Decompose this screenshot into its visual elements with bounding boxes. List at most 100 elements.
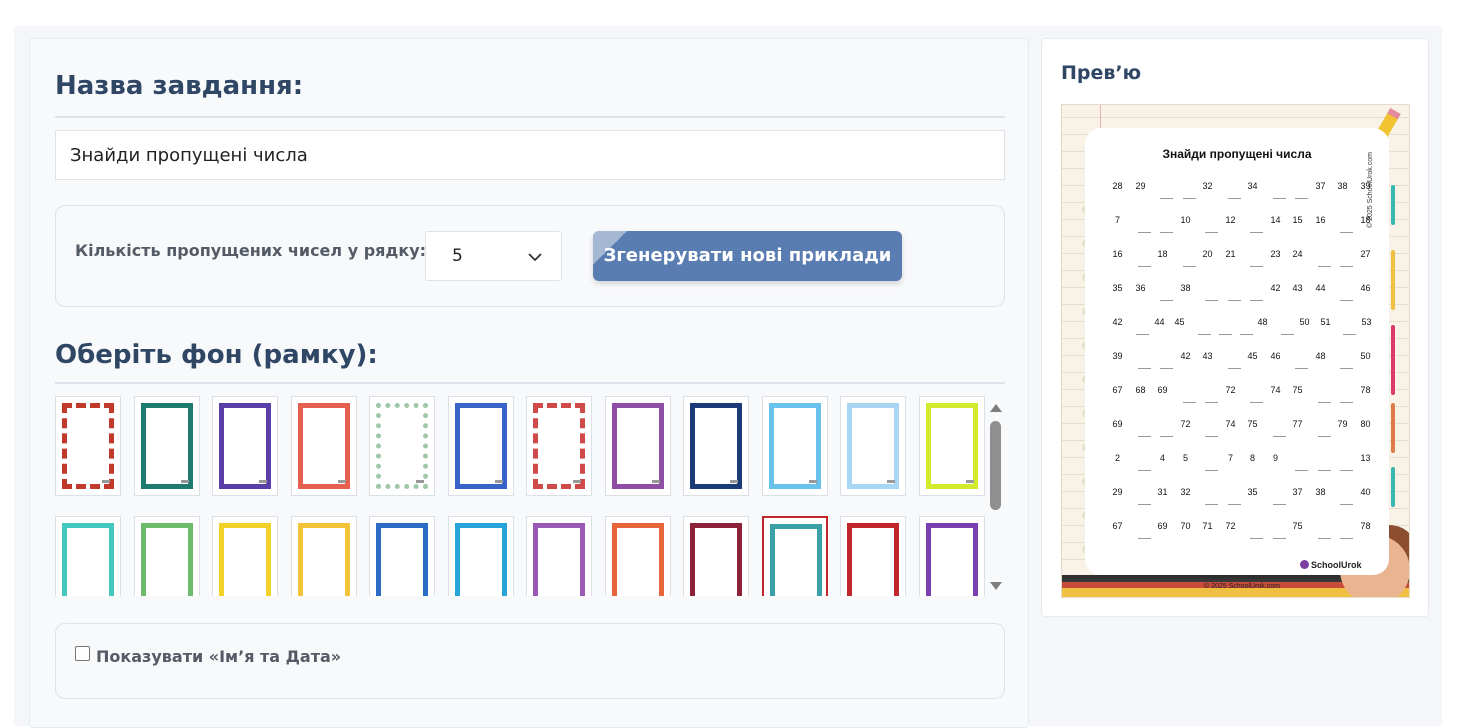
frame-thumbnail[interactable] (291, 516, 357, 596)
frame-thumbnail[interactable] (448, 516, 514, 596)
frame-thumbnail[interactable] (291, 396, 357, 496)
answer-blank (1318, 266, 1331, 267)
task-title-input[interactable] (55, 130, 1005, 180)
worksheet-number: 20 (1202, 249, 1213, 259)
scroll-up-arrow-icon[interactable] (990, 404, 1002, 412)
worksheet-number: 36 (1135, 283, 1146, 293)
worksheet-number: 71 (1202, 521, 1213, 531)
generate-button[interactable]: Згенерувати нові приклади (593, 231, 902, 281)
frame-thumbnail[interactable] (55, 396, 121, 496)
frame-thumbnail[interactable] (134, 396, 200, 496)
worksheet-number: 23 (1270, 249, 1281, 259)
worksheet-number: 16 (1112, 249, 1123, 259)
generator-settings: Кількість пропущених чисел у рядку: 5 Зг… (55, 205, 1005, 307)
frame-border-preview (612, 403, 664, 489)
worksheet-number: 46 (1270, 351, 1281, 361)
answer-blank (1198, 334, 1211, 335)
worksheet-number: 43 (1202, 351, 1213, 361)
answer-blank (1138, 470, 1151, 471)
frame-logo-mark (102, 480, 110, 483)
frame-thumbnail[interactable] (212, 516, 278, 596)
worksheet-number: 78 (1360, 385, 1371, 395)
frame-thumbnail[interactable] (683, 516, 749, 596)
worksheet-number: 45 (1174, 317, 1185, 327)
answer-blank (1340, 266, 1353, 267)
frame-gallery-scrollbar[interactable] (987, 404, 1003, 594)
chevron-down-icon (528, 253, 542, 262)
worksheet-number: 53 (1361, 317, 1372, 327)
worksheet-number: 69 (1157, 385, 1168, 395)
frame-thumbnail[interactable] (134, 516, 200, 596)
frame-divider (55, 382, 1005, 384)
frame-thumbnail[interactable] (526, 516, 592, 596)
frame-thumbnail[interactable] (369, 396, 435, 496)
worksheet-number: 50 (1360, 351, 1371, 361)
frame-thumbnail[interactable] (762, 396, 828, 496)
frame-thumbnail[interactable] (605, 396, 671, 496)
worksheet-number: 42 (1112, 317, 1123, 327)
worksheet-number: 35 (1112, 283, 1123, 293)
frame-border-preview (376, 523, 428, 596)
frame-thumbnail[interactable] (526, 396, 592, 496)
answer-blank (1138, 368, 1151, 369)
worksheet-number: 42 (1180, 351, 1191, 361)
heading-divider (55, 116, 1005, 118)
worksheet-number: 8 (1249, 453, 1255, 463)
frame-thumbnail[interactable] (369, 516, 435, 596)
side-tab (1391, 467, 1395, 507)
frame-thumbnail[interactable] (762, 516, 828, 596)
worksheet-number: 46 (1360, 283, 1371, 293)
worksheet-number: 34 (1247, 181, 1258, 191)
scrollbar-thumb[interactable] (990, 421, 1001, 510)
answer-blank (1318, 402, 1331, 403)
worksheet-number: 2 (1114, 453, 1120, 463)
bottom-copyright: © 2025 SchoolUrok.com (1204, 583, 1280, 590)
worksheet-number: 77 (1292, 419, 1303, 429)
answer-blank (1183, 198, 1196, 199)
answer-blank (1295, 198, 1308, 199)
worksheet-row: 39 42 43 45 46 48 50 (1111, 351, 1381, 369)
frame-border-preview (769, 403, 821, 489)
answer-blank (1228, 300, 1241, 301)
frame-thumbnail[interactable] (919, 396, 985, 496)
worksheet-row: 29 31 32 35 37 38 40 (1111, 487, 1381, 505)
worksheet-number: 27 (1360, 249, 1371, 259)
answer-blank (1138, 436, 1151, 437)
answer-blank (1250, 402, 1263, 403)
frame-border-preview (455, 403, 507, 489)
answer-blank (1228, 368, 1241, 369)
worksheet-row: 42 44 45 48 50 51 53 (1111, 317, 1381, 335)
frame-border-preview (690, 523, 742, 596)
worksheet-number: 38 (1337, 181, 1348, 191)
answer-blank (1138, 538, 1151, 539)
answer-blank (1138, 504, 1151, 505)
show-name-date-label[interactable]: Показувати «Ім’я та Дата» (96, 647, 341, 666)
answer-blank (1205, 300, 1218, 301)
scroll-down-arrow-icon[interactable] (990, 582, 1002, 590)
answer-blank (1340, 470, 1353, 471)
frame-thumbnail[interactable] (55, 516, 121, 596)
missing-count-select[interactable]: 5 (425, 231, 562, 281)
frame-thumbnail[interactable] (840, 516, 906, 596)
frame-thumbnail[interactable] (605, 516, 671, 596)
frame-thumbnail[interactable] (683, 396, 749, 496)
notebook-line (1062, 117, 1409, 118)
worksheet-number: 67 (1112, 385, 1123, 395)
worksheet-number: 31 (1157, 487, 1168, 497)
worksheet-number: 42 (1270, 283, 1281, 293)
frame-border-preview (455, 523, 507, 596)
worksheet-number: 75 (1292, 385, 1303, 395)
worksheet-number: 35 (1247, 487, 1258, 497)
frame-border-preview (141, 523, 193, 596)
worksheet-number: 29 (1112, 487, 1123, 497)
side-tab (1391, 403, 1395, 453)
frame-thumbnail[interactable] (840, 396, 906, 496)
frame-border-preview (926, 523, 978, 596)
frame-thumbnail[interactable] (448, 396, 514, 496)
frame-thumbnail[interactable] (919, 516, 985, 596)
worksheet-number: 70 (1180, 521, 1191, 531)
show-name-date-checkbox[interactable] (75, 646, 90, 661)
frame-thumbnail[interactable] (212, 396, 278, 496)
generate-button-label: Згенерувати нові приклади (603, 245, 892, 266)
worksheet-number: 44 (1315, 283, 1326, 293)
